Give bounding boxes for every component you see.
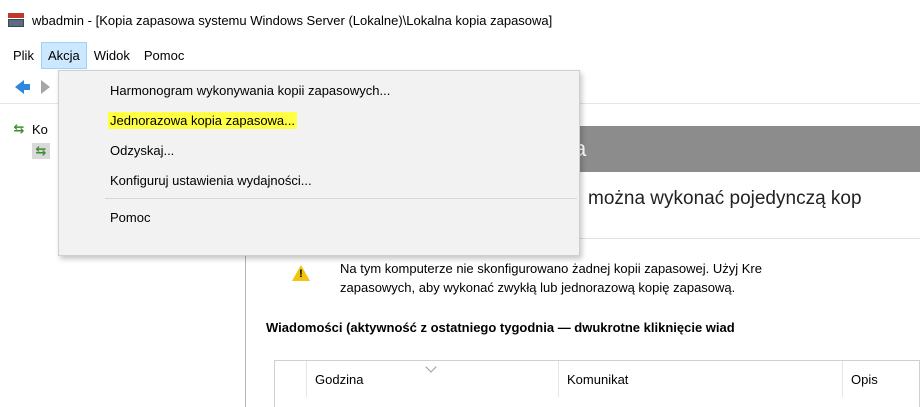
window-title: wbadmin - [Kopia zapasowa systemu Window… <box>32 12 553 28</box>
menu-item-backup-schedule[interactable]: Harmonogram wykonywania kopii zapasowych… <box>59 75 579 105</box>
menu-akcja[interactable]: Akcja <box>40 41 87 69</box>
menu-item-configure-performance[interactable]: Konfiguruj ustawienia wydajności... <box>59 165 579 195</box>
forward-arrow-icon <box>40 79 50 94</box>
back-arrow-icon <box>14 79 30 94</box>
warning-text: Na tym komputerze nie skonfigurowano żad… <box>340 259 920 297</box>
menu-item-help[interactable]: Pomoc <box>59 202 579 232</box>
menu-plik[interactable]: Plik <box>6 42 41 69</box>
menu-pomoc[interactable]: Pomoc <box>137 42 191 69</box>
column-header-godzina[interactable]: Godzina <box>307 361 559 397</box>
column-header-opis[interactable]: Opis <box>843 361 920 397</box>
table-header: Godzina Komunikat Opis <box>275 361 920 397</box>
title-bar: wbadmin - [Kopia zapasowa systemu Window… <box>0 0 920 40</box>
backup-node-icon: ⇆ <box>13 121 25 136</box>
messages-table: Godzina Komunikat Opis <box>274 360 920 407</box>
messages-header: Wiadomości (aktywność z ostatniego tygod… <box>266 320 735 335</box>
menu-item-backup-once[interactable]: Jednorazowa kopia zapasowa... <box>59 105 579 135</box>
forward-button[interactable] <box>32 76 58 98</box>
sort-chevron-icon <box>425 361 438 373</box>
menu-separator <box>105 198 577 199</box>
backup-node-icon: ⇆ <box>32 143 50 159</box>
menu-item-recover[interactable]: Odzyskaj... <box>59 135 579 165</box>
action-menu: Harmonogram wykonywania kopii zapasowych… <box>58 70 580 256</box>
menu-bar: Plik Akcja Widok Pomoc <box>0 40 920 70</box>
tree-item-root-label: Ko <box>32 121 48 137</box>
column-header-status[interactable] <box>275 361 307 397</box>
warning-line-1: Na tym komputerze nie skonfigurowano żad… <box>340 261 762 276</box>
back-button[interactable] <box>6 76 32 98</box>
page-subtitle: można wykonać pojedynczą kop <box>588 188 862 209</box>
warning-line-2: zapasowych, aby wykonać zwykłą lub jedno… <box>340 280 736 295</box>
server-backup-icon <box>8 13 24 27</box>
column-header-komunikat[interactable]: Komunikat <box>559 361 843 397</box>
menu-widok[interactable]: Widok <box>87 42 137 69</box>
highlighted-label: Jednorazowa kopia zapasowa... <box>108 111 298 129</box>
